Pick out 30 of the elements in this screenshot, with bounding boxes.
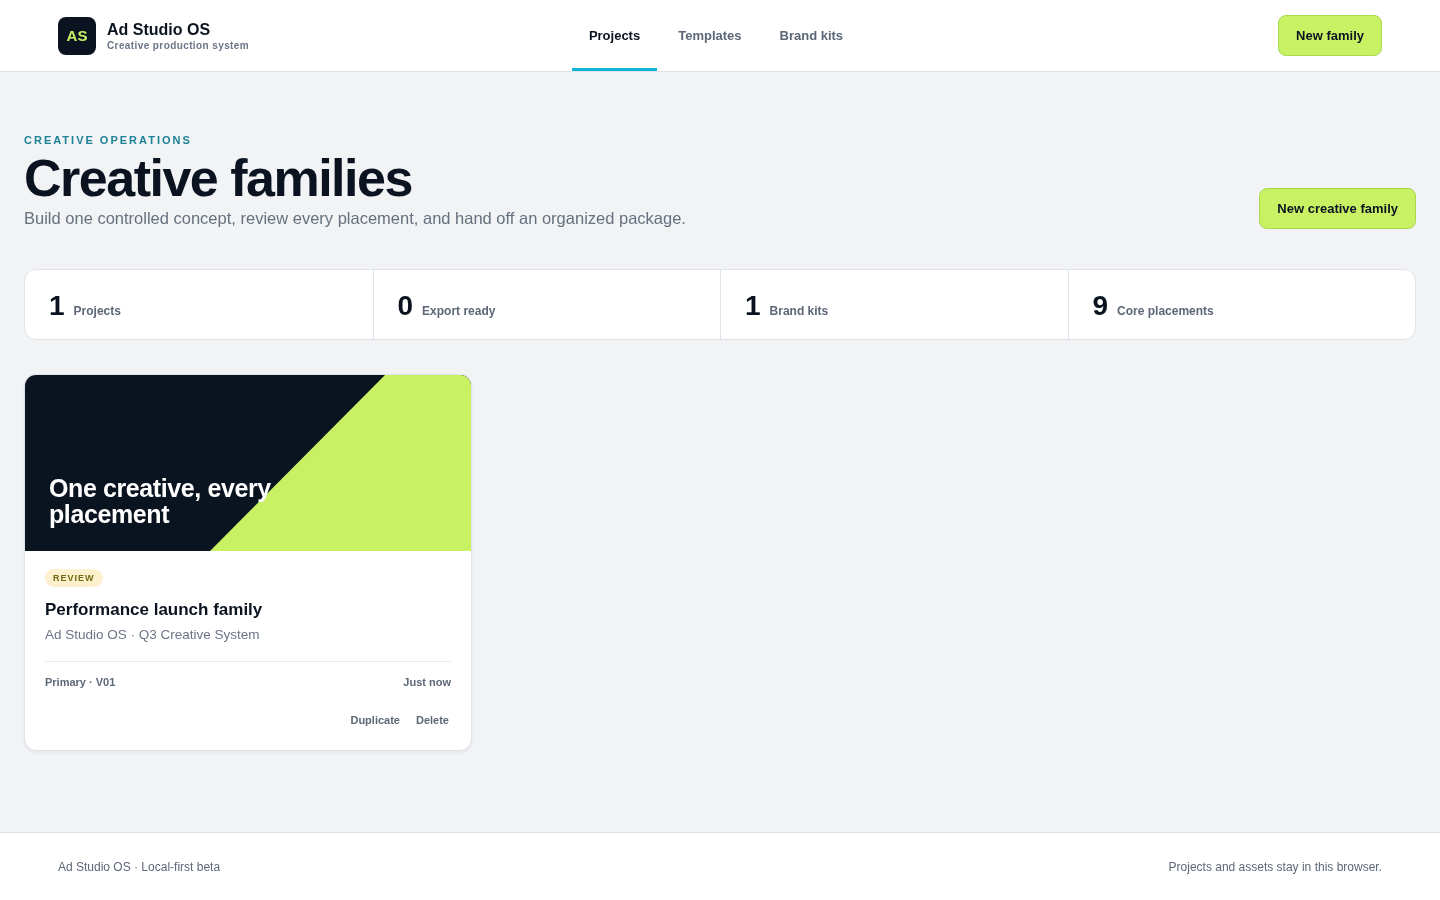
stat-value: 0 [397,290,414,322]
footer-note: Projects and assets stay in this browser. [1168,859,1382,874]
app-tagline: Creative production system [107,39,250,51]
new-creative-family-button[interactable]: New creative family [1259,188,1416,229]
section-eyebrow: CREATIVE OPERATIONS [24,134,192,146]
version-label: Primary · V01 [45,676,116,688]
page-subtitle: Build one controlled concept, review every placement, and hand off an organized package. [24,208,686,229]
stat-label: Export ready [422,304,496,318]
nav-tab[interactable]: Templates [661,0,759,71]
project-subtitle: Ad Studio OS · Q3 Creative System [45,627,260,642]
stat-value: 1 [49,290,65,322]
card-action-button[interactable]: Duplicate [342,710,402,730]
stat-label: Core placements [1117,304,1214,318]
footer-note: Ad Studio OS · Local-first beta [58,859,221,874]
updated-time: Just now [403,676,451,688]
page-title: Creative families [24,149,412,207]
cover-title: One creative, every placement [49,475,272,527]
card-action-button[interactable]: Delete [407,710,451,730]
stat-value: 1 [745,290,761,322]
nav-tab[interactable]: Projects [571,0,658,71]
stat-label: Projects [73,304,121,318]
status-tag: REVIEW [45,569,103,587]
project-title: Performance launch family [45,600,263,620]
stat-value: 9 [1092,290,1109,322]
app-logo: AS [58,16,96,55]
app-name: Ad Studio OS [107,20,212,39]
new-family-button[interactable]: New family [1278,15,1382,56]
nav-tab[interactable]: Brand kits [762,0,861,71]
stat-label: Brand kits [769,304,829,318]
project-card[interactable]: One creative, every placement REVIEW Performance launch family Ad Studio OS · Q3 Creative System Primary · V01 Just now Duplicate Delete [24,374,472,751]
